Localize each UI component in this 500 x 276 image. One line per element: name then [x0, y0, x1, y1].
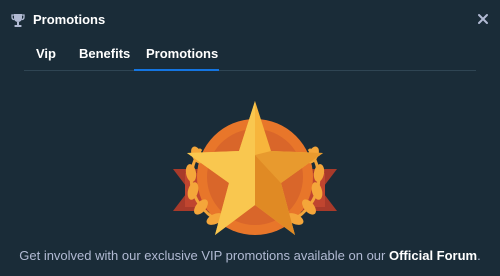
trophy-icon: [10, 12, 26, 28]
promo-text: Get involved with our exclusive VIP prom…: [19, 248, 389, 263]
tab-benefits[interactable]: Benefits: [67, 40, 143, 70]
promo-text-end: .: [477, 248, 481, 263]
page-title: Promotions: [33, 12, 106, 27]
close-icon[interactable]: [476, 12, 490, 26]
star-laurel-badge-icon: [165, 95, 345, 241]
promo-description: Get involved with our exclusive VIP prom…: [0, 248, 500, 264]
modal-header: Promotions: [0, 0, 500, 40]
official-forum-link[interactable]: Official Forum: [389, 248, 477, 263]
tab-bar: Vip Benefits Promotions: [24, 40, 476, 71]
promotions-modal: Promotions Vip Benefits Promotions Get i…: [0, 0, 500, 276]
tab-promotions[interactable]: Promotions: [134, 40, 219, 71]
tab-vip[interactable]: Vip: [24, 40, 70, 70]
